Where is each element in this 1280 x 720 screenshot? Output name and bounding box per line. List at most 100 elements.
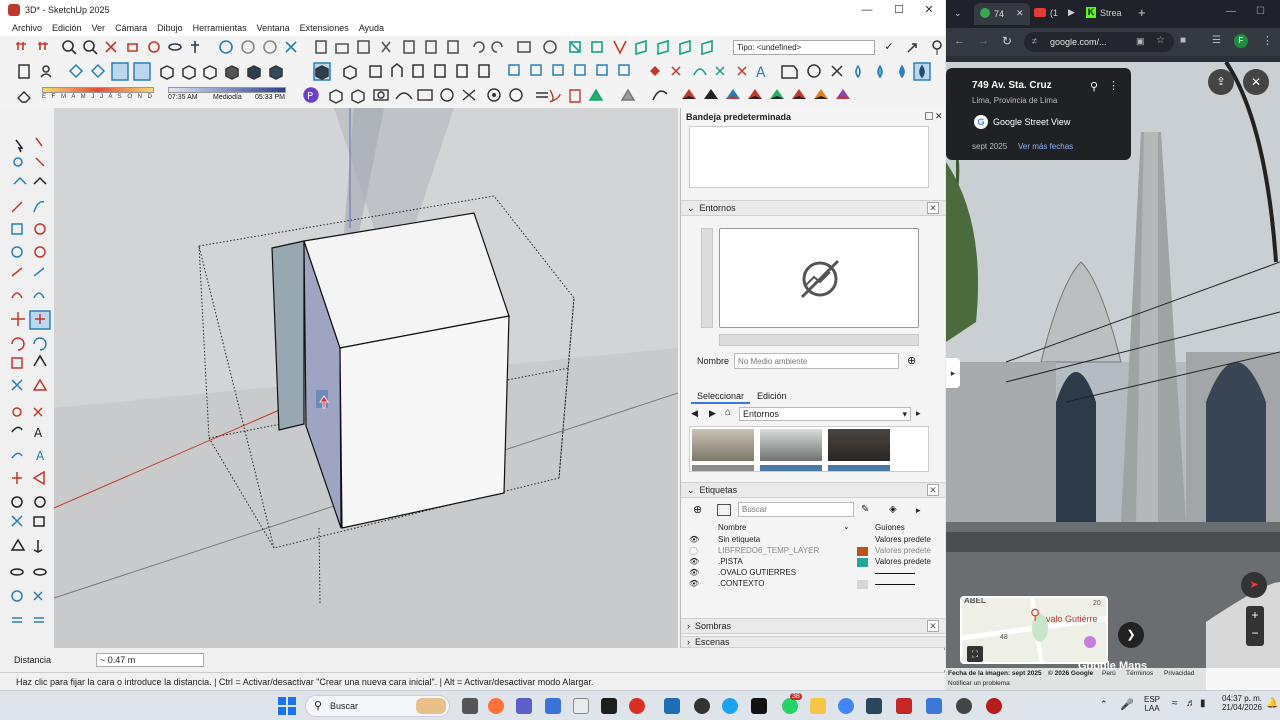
settings-icon[interactable]	[956, 698, 972, 714]
chrome-icon[interactable]	[838, 698, 854, 714]
add-tag-folder-icon[interactable]	[717, 504, 731, 516]
color-by-tag-icon[interactable]: ◈	[889, 504, 897, 515]
tag-dash-line[interactable]	[875, 584, 915, 585]
share-icon[interactable]: ⇪	[1208, 69, 1234, 95]
opera-icon[interactable]	[629, 698, 645, 714]
environments-close-icon[interactable]: ✕	[927, 202, 939, 214]
tab-audio-icon[interactable]: ▶	[1068, 7, 1075, 18]
shadows-header[interactable]: › Sombras ✕	[681, 618, 945, 634]
forward-icon[interactable]: →	[978, 35, 989, 47]
install-app-icon[interactable]: ▣	[1136, 36, 1145, 47]
chrome-maximize-icon[interactable]: ☐	[1256, 6, 1265, 17]
tag-paint-icon[interactable]: ✎	[861, 504, 869, 515]
firefox-icon[interactable]	[488, 698, 504, 714]
environments-header[interactable]: ⌄ Entornos ✕	[681, 200, 945, 216]
tag-row[interactable]: 👁 Sin etiqueta Valores predete	[681, 535, 945, 546]
tab-seleccionar[interactable]: Seleccionar	[691, 390, 751, 404]
taskbar-search[interactable]: ⚲ Buscar	[305, 695, 450, 717]
drawing-tools-icons[interactable]: A A	[0, 132, 54, 632]
tag-color-swatch[interactable]	[857, 558, 868, 567]
sketchup-taskbar-icon[interactable]	[926, 698, 942, 714]
minimize-button[interactable]: —	[850, 0, 884, 20]
scenes-header[interactable]: › Escenas	[681, 636, 945, 648]
menu-edicion[interactable]: Edición	[52, 23, 82, 33]
more-dates-link[interactable]: Ver más fechas	[1018, 142, 1073, 151]
back-icon[interactable]: ←	[954, 35, 965, 47]
menu-camara[interactable]: Cámara	[115, 23, 147, 33]
notepad-icon[interactable]	[573, 698, 589, 714]
visibility-eye-icon[interactable]: 👁	[689, 557, 699, 566]
tags-close-icon[interactable]: ✕	[927, 484, 939, 496]
environment-thumb-3[interactable]	[828, 429, 890, 461]
microphone-icon[interactable]: 🎤	[1120, 698, 1134, 711]
tags-sort-icon[interactable]: ⌄	[843, 522, 850, 531]
footer-privacy[interactable]: Privacidad	[1164, 670, 1194, 677]
tag-row[interactable]: ◯ LIBFREDO6_TEMP_LAYER Valores predete	[681, 546, 945, 557]
reload-icon[interactable]: ↻	[1002, 34, 1012, 48]
details-arrow-icon[interactable]: ▸	[916, 408, 921, 419]
language-indicator[interactable]: ESP LAA	[1144, 695, 1160, 713]
site-info-icon[interactable]: ≠	[1032, 36, 1037, 46]
profile-avatar[interactable]: F	[1234, 34, 1248, 48]
tab-list-icon[interactable]: ⌄	[954, 8, 962, 19]
reading-list-icon[interactable]: ☰	[1212, 35, 1221, 46]
expand-panel-icon[interactable]: ▸	[946, 358, 960, 388]
model-canvas[interactable]	[54, 108, 678, 648]
tag-color-swatch[interactable]	[857, 547, 868, 556]
notification-bell-icon[interactable]: 🔔	[1266, 698, 1278, 709]
steam-icon[interactable]	[866, 698, 882, 714]
tags-details-arrow-icon[interactable]: ▸	[916, 505, 921, 516]
forward-arrow-icon[interactable]: ▶	[709, 408, 719, 419]
environments-dropdown[interactable]: Entornos ▾	[739, 407, 911, 421]
environment-thumb-1[interactable]	[692, 429, 754, 461]
wifi-icon[interactable]: ≈	[1172, 698, 1178, 709]
visibility-eye-icon[interactable]: 👁	[689, 579, 699, 588]
tag-dash[interactable]: Valores predete	[875, 557, 931, 566]
url-box[interactable]: ≠ google.com/... ▣ ☆	[1024, 32, 1174, 52]
menu-archivo[interactable]: Archivo	[12, 23, 42, 33]
shadow-time-slider[interactable]	[168, 87, 286, 93]
file-explorer-icon[interactable]	[810, 698, 826, 714]
tiktok-icon[interactable]	[751, 698, 767, 714]
app-icon[interactable]	[986, 698, 1002, 714]
tag-dash-line[interactable]	[875, 573, 915, 574]
add-tag-icon[interactable]: ⊕	[693, 503, 702, 516]
environment-thumb-6[interactable]	[828, 465, 890, 471]
zoom-out-button[interactable]: −	[1246, 626, 1264, 640]
home-icon[interactable]: ⌂	[725, 407, 731, 418]
compass-icon[interactable]: ➤	[1241, 572, 1267, 598]
street-view-panorama[interactable]: 749 Av. Sta. Cruz Lima, Provincia de Lim…	[946, 62, 1280, 690]
extensions-icon[interactable]: ■	[1180, 35, 1186, 46]
whatsapp-icon[interactable]	[782, 698, 798, 714]
3d-viewport[interactable]	[54, 108, 678, 648]
tab-stream[interactable]: K Strea	[1086, 6, 1136, 22]
mini-map[interactable]: ABEL 20 48 valo Gutiérre ⚲ ⛶	[960, 596, 1108, 664]
tab-close-icon[interactable]: ✕	[1016, 8, 1024, 19]
task-view-icon[interactable]	[462, 698, 478, 714]
teams-icon[interactable]	[516, 698, 532, 714]
eraser-small-icon[interactable]	[14, 84, 36, 108]
visibility-eye-icon[interactable]: 👁	[689, 568, 699, 577]
environment-thumb-2[interactable]	[760, 429, 822, 461]
toolbar-icons-1[interactable]	[10, 36, 740, 60]
tab-active[interactable]: 74 ✕	[974, 3, 1030, 25]
close-street-view-icon[interactable]: ✕	[1243, 69, 1269, 95]
close-button[interactable]: ✕	[912, 0, 946, 20]
footer-terms[interactable]: Términos	[1126, 670, 1153, 677]
expand-map-icon[interactable]: ⛶	[967, 646, 983, 662]
menu-ayuda[interactable]: Ayuda	[359, 23, 384, 33]
toolbar-extra-icons[interactable]	[903, 36, 943, 60]
battery-icon[interactable]: ▮	[1200, 698, 1206, 709]
tab-edicion[interactable]: Edición	[753, 390, 791, 402]
edge-icon[interactable]	[722, 698, 738, 714]
chrome-menu-icon[interactable]: ⋮	[1262, 34, 1273, 47]
follow-me-icon[interactable]	[650, 84, 670, 108]
environment-name-input[interactable]	[734, 353, 899, 369]
tag-row[interactable]: 👁 .CONTEXTO	[681, 579, 945, 590]
tag-row[interactable]: 👁 .PISTA Valores predete	[681, 557, 945, 568]
obs-icon[interactable]	[694, 698, 710, 714]
visibility-eye-icon[interactable]: 👁	[689, 535, 699, 544]
tag-color-swatch[interactable]	[857, 580, 868, 589]
menu-dibujo[interactable]: Dibujo	[157, 23, 183, 33]
environment-thumb-4[interactable]	[692, 465, 754, 471]
